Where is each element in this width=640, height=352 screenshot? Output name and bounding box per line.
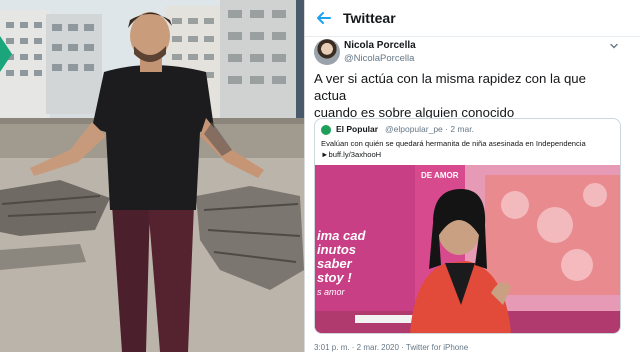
quoted-text: Evalúan con quién se quedará hermanita d… xyxy=(321,138,611,160)
avatar[interactable] xyxy=(314,39,340,65)
quoted-tweet-card[interactable]: El Popular @elpopular_pe · 2 mar. Evalúa… xyxy=(314,118,621,334)
media-text-line-4: stoy ! xyxy=(317,270,352,285)
author-handle[interactable]: @NicolaPorcella xyxy=(344,53,414,64)
media-text-line-1: ima cad xyxy=(317,228,366,243)
tweet-text-line-1: A ver si actúa con la misma rapidez con … xyxy=(314,71,586,103)
author-display-name[interactable]: Nicola Porcella xyxy=(344,40,416,51)
arrow-left-icon[interactable] xyxy=(315,9,333,27)
top-bar: Twittear xyxy=(305,0,640,37)
quoted-avatar xyxy=(321,125,331,135)
quoted-author-name: El Popular xyxy=(336,124,379,134)
tweet-panel: Twittear Nicola Porcella @NicolaPorcella… xyxy=(305,0,640,352)
tweet-text: A ver si actúa con la misma rapidez con … xyxy=(314,70,614,121)
chevron-down-icon[interactable] xyxy=(608,40,620,52)
quoted-text-line-1: Evalúan con quién se quedará hermanita d… xyxy=(321,139,586,148)
quoted-author-handle: @elpopular_pe · 2 mar. xyxy=(385,124,474,134)
media-text-top: DE AMOR xyxy=(421,171,459,180)
media-text-line-2: inutos xyxy=(317,242,356,257)
page-title: Twittear xyxy=(343,10,396,26)
photo-scene xyxy=(0,0,304,352)
quoted-media-image[interactable]: DE AMOR ima cad inutos saber stoy ! s am… xyxy=(315,165,620,333)
quoted-link[interactable]: ►buff.ly/3axhooH xyxy=(321,149,611,160)
media-text-line-5: s amor xyxy=(317,287,345,297)
media-overlay-text: ima cad inutos saber stoy ! s amor xyxy=(317,229,365,299)
left-photo xyxy=(0,0,304,352)
tweet-timestamp: 3:01 p. m. · 2 mar. 2020 · Twitter for i… xyxy=(314,343,469,352)
media-text-line-3: saber xyxy=(317,256,352,271)
